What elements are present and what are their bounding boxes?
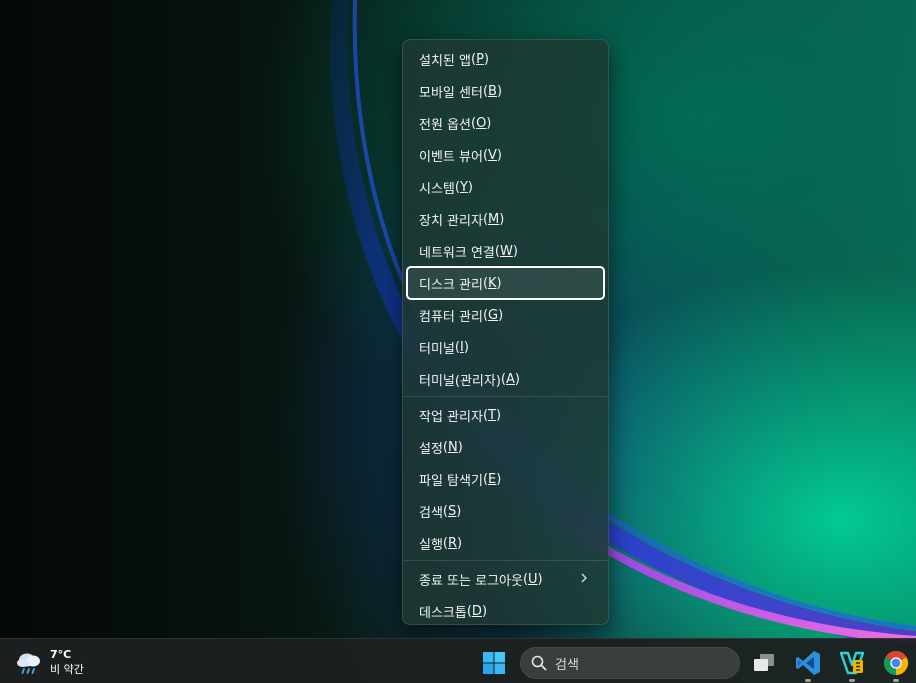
menu-item-accelerator: (M) — [482, 211, 505, 227]
menu-item-accelerator: (Y) — [454, 179, 473, 195]
taskbar-search-box[interactable]: 검색 — [520, 647, 740, 679]
menu-item-label: 작업 관리자 — [419, 409, 483, 425]
taskbar-app-chrome[interactable] — [878, 645, 914, 682]
accelerator-key: G — [488, 307, 499, 323]
menu-item-accelerator: (P) — [470, 51, 489, 67]
menu-item-accelerator: (N) — [442, 439, 463, 455]
menu-separator — [403, 560, 608, 561]
menu-item-accelerator: (O) — [470, 115, 492, 131]
winx-context-menu: 설치된 앱 (P) 모바일 센터 (B) 전원 옵션 (O) 이벤트 뷰어 (V) 시스템 (Y)… — [402, 39, 609, 625]
menu-item-accelerator: (E) — [482, 471, 502, 487]
accelerator-key: W — [499, 243, 513, 259]
menu-item-label: 시스템 — [419, 181, 455, 197]
menu-item[interactable]: 데스크톱 (D) — [407, 595, 604, 627]
menu-item[interactable]: 작업 관리자 (T) — [407, 399, 604, 431]
menu-item-accelerator: (S) — [442, 503, 462, 519]
menu-item-label: 모바일 센터 — [419, 85, 483, 101]
weather-widget[interactable]: 7°C 비 약간 — [14, 643, 84, 681]
menu-item-label: 실행 — [419, 537, 443, 553]
menu-item-label: 네트워크 연결 — [419, 245, 495, 261]
accelerator-key: V — [488, 147, 497, 163]
taskbar: 7°C 비 약간 검색 — [0, 638, 916, 683]
menu-item-accelerator: (A) — [500, 371, 520, 387]
accelerator-key: A — [505, 371, 515, 387]
cloud-rain-icon — [17, 653, 40, 674]
taskbar-app-vscode[interactable] — [790, 645, 826, 682]
accelerator-key: U — [528, 571, 538, 587]
menu-item-accelerator: (B) — [482, 83, 503, 99]
menu-item-accelerator: (G) — [482, 307, 504, 323]
menu-item[interactable]: 실행 (R) — [407, 527, 604, 559]
menu-item-label: 이벤트 뷰어 — [419, 149, 483, 165]
menu-item-label: 터미널 — [419, 341, 455, 357]
menu-item[interactable]: 컴퓨터 관리 (G) — [407, 299, 604, 331]
menu-item[interactable]: 모바일 센터 (B) — [407, 75, 604, 107]
menu-item[interactable]: 디스크 관리 (K) — [406, 266, 605, 300]
running-indicator — [849, 679, 855, 682]
running-indicator — [805, 679, 811, 682]
menu-item-label: 파일 탐색기 — [419, 473, 483, 489]
menu-item-label: 설치된 앱 — [419, 53, 471, 69]
menu-item-label: 설정 — [419, 441, 443, 457]
search-label: 검색 — [555, 657, 579, 673]
menu-item-label: 전원 옵션 — [419, 117, 471, 133]
menu-separator — [403, 396, 608, 397]
menu-item[interactable]: 설치된 앱 (P) — [407, 43, 604, 75]
menu-item[interactable]: 검색 (S) — [407, 495, 604, 527]
menu-item[interactable]: 터미널(관리자) (A) — [407, 363, 604, 395]
visual-studio-icon — [839, 651, 865, 675]
vscode-icon — [796, 651, 820, 675]
accelerator-key: I — [459, 339, 464, 355]
taskbar-app-visual-studio[interactable] — [834, 645, 870, 682]
accelerator-key: E — [488, 471, 497, 487]
accelerator-key: K — [488, 275, 497, 291]
menu-item[interactable]: 시스템 (Y) — [407, 171, 604, 203]
accelerator-key: T — [488, 407, 496, 423]
menu-item-label: 데스크톱 — [419, 605, 467, 621]
menu-item-label: 디스크 관리 — [419, 277, 483, 293]
menu-item-label: 터미널(관리자) — [419, 373, 501, 389]
accelerator-key: N — [448, 439, 458, 455]
menu-item-accelerator: (V) — [482, 147, 502, 163]
menu-item-accelerator: (D) — [466, 603, 488, 619]
accelerator-key: Y — [459, 179, 468, 195]
accelerator-key: B — [488, 83, 497, 99]
menu-item-label: 장치 관리자 — [419, 213, 483, 229]
menu-item[interactable]: 장치 관리자 (M) — [407, 203, 604, 235]
task-view-button[interactable] — [746, 645, 782, 681]
menu-item[interactable]: 설정 (N) — [407, 431, 604, 463]
accelerator-key: S — [448, 503, 457, 519]
weather-temperature: 7°C — [50, 648, 72, 661]
menu-item-label: 종료 또는 로그아웃 — [419, 573, 523, 589]
menu-item[interactable]: 파일 탐색기 (E) — [407, 463, 604, 495]
accelerator-key: P — [476, 51, 484, 67]
menu-item[interactable]: 터미널 (I) — [407, 331, 604, 363]
chrome-icon — [883, 650, 909, 675]
chevron-right-icon — [581, 573, 587, 583]
menu-item-label: 검색 — [419, 505, 443, 521]
menu-item-label: 컴퓨터 관리 — [419, 309, 483, 325]
running-indicator — [893, 679, 899, 682]
menu-item-accelerator: (U) — [522, 571, 543, 587]
accelerator-key: M — [488, 211, 500, 227]
menu-item-accelerator: (I) — [454, 339, 469, 355]
start-button[interactable] — [478, 647, 510, 679]
menu-item-accelerator: (T) — [482, 407, 502, 423]
windows-start-icon — [483, 652, 505, 674]
menu-item-accelerator: (R) — [442, 535, 463, 551]
weather-condition: 비 약간 — [50, 663, 84, 676]
task-view-icon — [754, 654, 774, 671]
menu-item[interactable]: 전원 옵션 (O) — [407, 107, 604, 139]
menu-item-accelerator: (K) — [482, 275, 502, 291]
search-icon — [531, 655, 547, 671]
accelerator-key: D — [471, 603, 482, 619]
menu-item[interactable]: 종료 또는 로그아웃 (U) — [407, 563, 604, 595]
accelerator-key: R — [448, 535, 458, 551]
accelerator-key: O — [476, 115, 487, 131]
menu-item[interactable]: 이벤트 뷰어 (V) — [407, 139, 604, 171]
menu-item-accelerator: (W) — [494, 243, 518, 259]
menu-item[interactable]: 네트워크 연결 (W) — [407, 235, 604, 267]
